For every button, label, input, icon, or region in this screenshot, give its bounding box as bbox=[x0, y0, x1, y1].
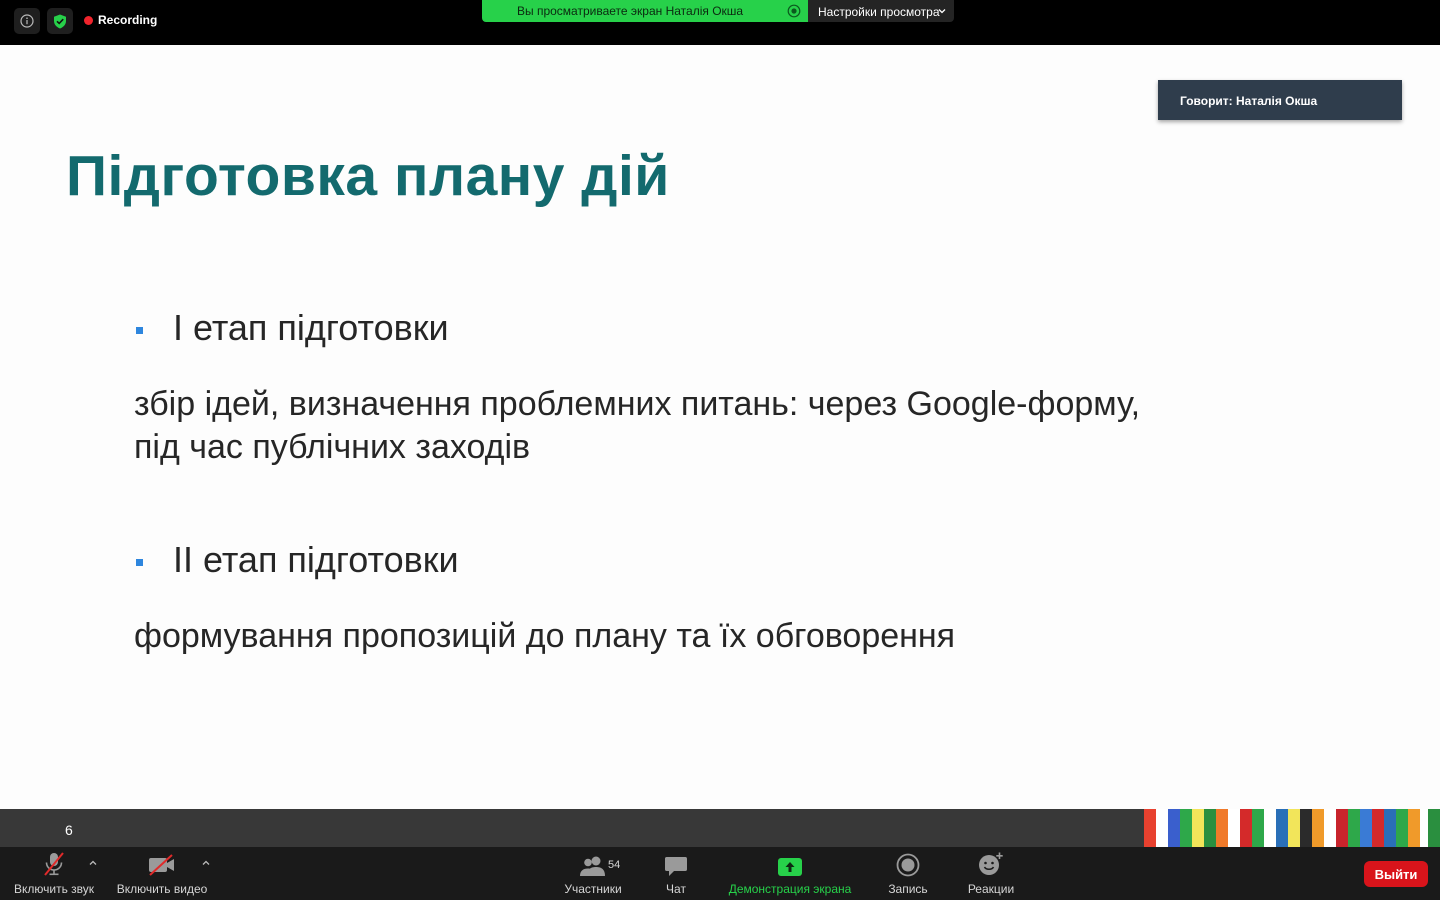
chat-button[interactable]: Чат bbox=[650, 847, 702, 900]
share-screen-icon bbox=[778, 858, 802, 876]
shield-check-icon bbox=[54, 14, 66, 28]
active-speaker-label[interactable]: Говорит: Наталія Окша bbox=[1158, 80, 1402, 120]
start-video-label: Включить видео bbox=[116, 882, 208, 896]
meeting-toolbar: Включить звук Включить видео Участники 5 bbox=[0, 847, 1440, 900]
caret-up-icon[interactable] bbox=[201, 858, 211, 868]
slide-title: Підготовка плану дій bbox=[66, 144, 670, 208]
slide-footer-strip: 6 bbox=[0, 809, 1440, 847]
meeting-top-bar: Recording Вы просматриваете экран Наталі… bbox=[0, 0, 1440, 45]
description-line: формування пропозицій до плану та їх обг… bbox=[134, 617, 956, 655]
bullet-icon bbox=[136, 559, 143, 566]
share-banner-text: Вы просматриваете экран Наталія Окша bbox=[517, 4, 744, 18]
info-icon bbox=[20, 14, 34, 28]
shared-screen-area: Говорит: Наталія Окша Підготовка плану д… bbox=[0, 45, 1440, 809]
recording-label: Recording bbox=[98, 13, 158, 27]
video-off-icon bbox=[149, 854, 174, 876]
stage-description: збір ідей, визначення проблемних питань:… bbox=[134, 383, 1140, 469]
active-speaker-text: Говорит: Наталія Окша bbox=[1180, 94, 1318, 108]
mic-off-icon bbox=[44, 852, 64, 876]
description-line: збір ідей, визначення проблемних питань:… bbox=[134, 385, 1141, 423]
stop-share-icon[interactable] bbox=[787, 4, 801, 18]
view-options-label: Настройки просмотра bbox=[818, 5, 940, 19]
unmute-label: Включить звук bbox=[13, 882, 95, 896]
chat-label: Чат bbox=[666, 882, 686, 896]
bullet-icon bbox=[136, 327, 143, 334]
unmute-button[interactable]: Включить звук bbox=[8, 847, 100, 900]
recording-dot-icon bbox=[84, 15, 93, 25]
slide-number: 6 bbox=[65, 822, 73, 838]
participants-button[interactable]: Участники bbox=[556, 847, 630, 900]
participants-icon bbox=[580, 856, 605, 876]
record-button[interactable]: Запись bbox=[880, 847, 936, 900]
chat-icon bbox=[665, 857, 687, 876]
record-icon bbox=[896, 853, 920, 877]
share-screen-button[interactable]: Демонстрация экрана bbox=[718, 847, 862, 900]
participants-label: Участники bbox=[564, 882, 622, 896]
start-video-button[interactable]: Включить видео bbox=[112, 847, 212, 900]
share-screen-label: Демонстрация экрана bbox=[728, 882, 852, 896]
view-options-dropdown[interactable]: Настройки просмотра bbox=[808, 0, 954, 22]
stage-description: формування пропозицій до плану та їх обг… bbox=[134, 615, 955, 658]
recording-indicator[interactable]: Recording bbox=[84, 13, 157, 27]
leave-meeting-button[interactable]: Выйти bbox=[1364, 861, 1428, 887]
stage-heading: І етап підготовки bbox=[173, 307, 449, 348]
chevron-down-icon bbox=[938, 9, 946, 14]
participants-count: 54 bbox=[608, 859, 621, 871]
caret-up-icon[interactable] bbox=[88, 858, 98, 868]
reactions-label: Реакции bbox=[967, 882, 1015, 896]
meeting-info-button[interactable] bbox=[14, 8, 40, 34]
security-button[interactable] bbox=[47, 8, 73, 34]
decorative-color-stripes bbox=[1144, 809, 1440, 847]
reactions-icon bbox=[979, 852, 1003, 875]
stage-heading: ІІ етап підготовки bbox=[173, 539, 459, 580]
description-line: під час публічних заходів bbox=[134, 428, 531, 466]
record-label: Запись bbox=[888, 882, 928, 896]
reactions-button[interactable]: Реакции bbox=[960, 847, 1022, 900]
screen-share-banner: Вы просматриваете экран Наталія Окша bbox=[482, 0, 808, 22]
